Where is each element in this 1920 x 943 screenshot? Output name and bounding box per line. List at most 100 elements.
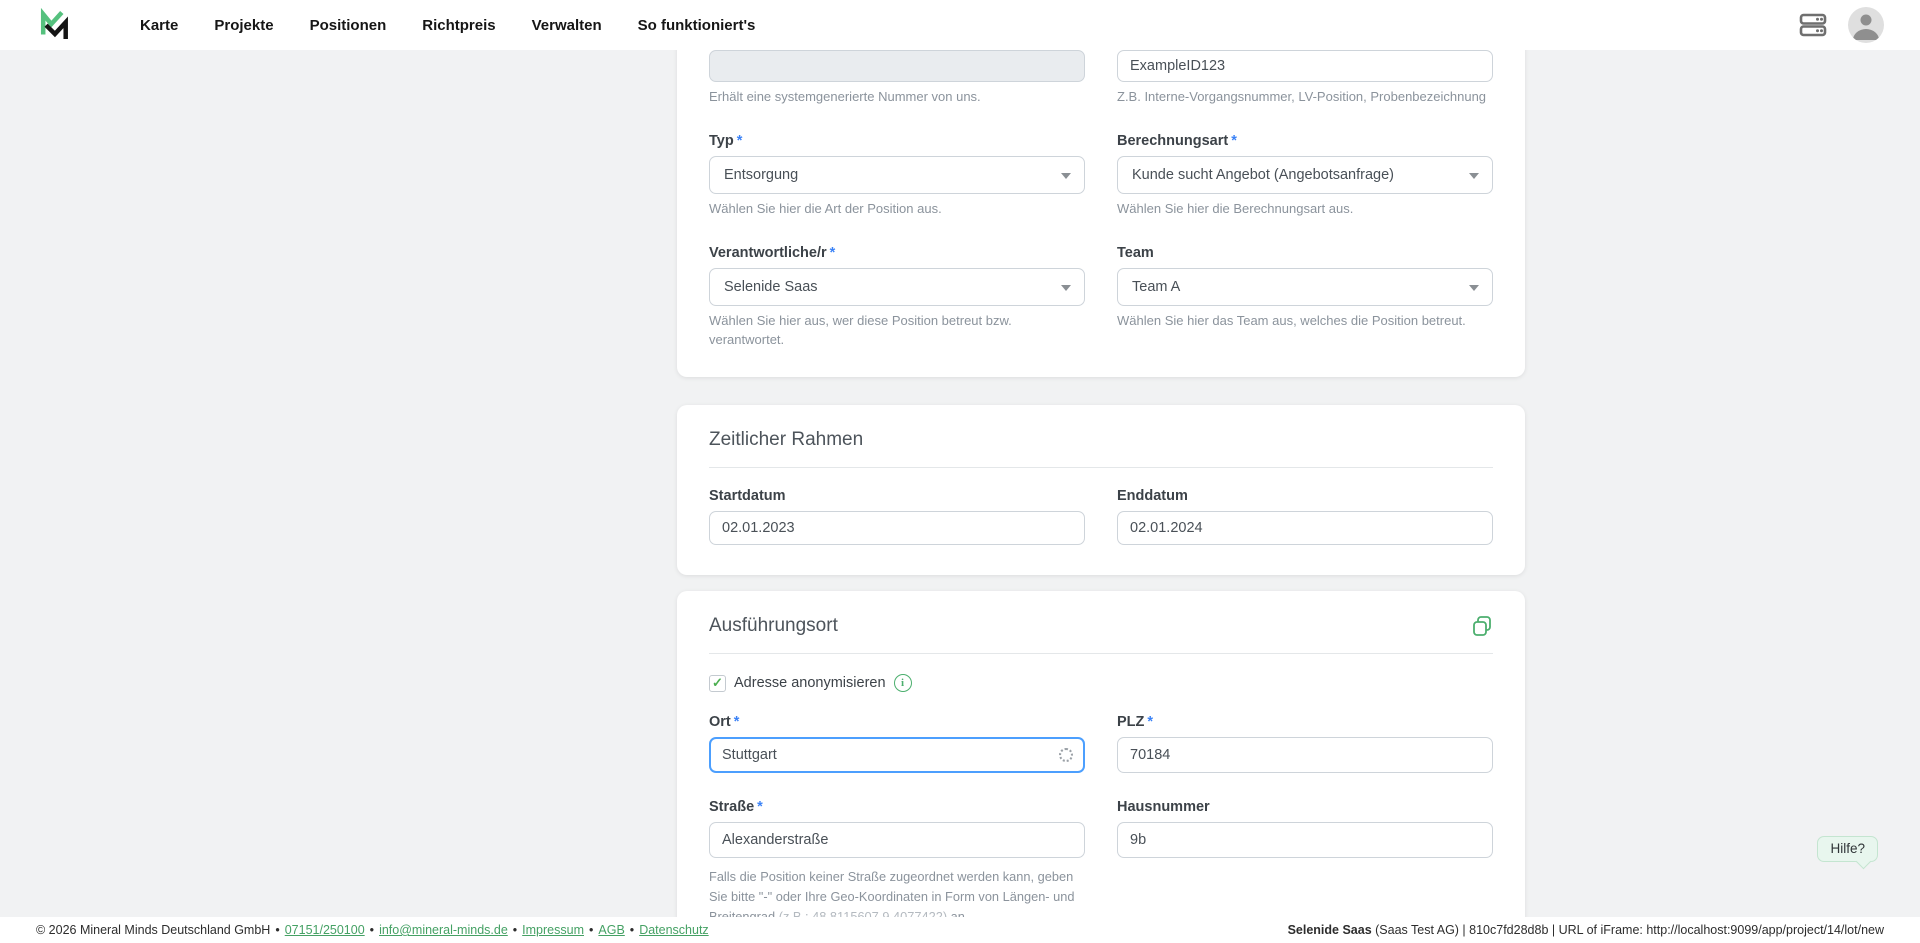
card-position-basics: Erhält eine systemgenerierte Nummer von …: [677, 50, 1525, 377]
chevron-down-icon: [1469, 173, 1479, 179]
nav-item-positionen[interactable]: Positionen: [310, 17, 387, 34]
team-label: Team: [1117, 245, 1493, 261]
field-team: Team Team A Wählen Sie hier das Team aus…: [1117, 245, 1493, 350]
app-screen: Karte Projekte Positionen Richtpreis Ver…: [0, 0, 1920, 943]
team-select[interactable]: Team A: [1117, 268, 1493, 306]
berechnungsart-label: Berechnungsart*: [1117, 133, 1493, 149]
hausnummer-label: Hausnummer: [1117, 799, 1493, 815]
chevron-down-icon: [1061, 285, 1071, 291]
hausnummer-input[interactable]: [1117, 822, 1493, 858]
strasse-label: Straße*: [709, 799, 1085, 815]
field-enddatum: Enddatum: [1117, 488, 1493, 545]
startdatum-label: Startdatum: [709, 488, 1085, 504]
divider: [709, 653, 1493, 654]
page-content: Erhält eine systemgenerierte Nummer von …: [0, 50, 1920, 917]
number-helper: Erhält eine systemgenerierte Nummer von …: [709, 88, 1085, 107]
required-marker: *: [1147, 714, 1153, 730]
strasse-helper: Falls die Position keiner Straße zugeord…: [709, 867, 1085, 917]
page-footer: © 2026 Mineral Minds Deutschland GmbH • …: [0, 917, 1920, 943]
ort-label: Ort*: [709, 714, 1085, 730]
berechnungsart-select[interactable]: Kunde sucht Angebot (Angebotsanfrage): [1117, 156, 1493, 194]
verantwortliche-helper: Wählen Sie hier aus, wer diese Position …: [709, 312, 1085, 350]
ort-input[interactable]: [709, 737, 1085, 773]
external-id-input[interactable]: [1117, 50, 1493, 82]
user-avatar[interactable]: [1848, 7, 1884, 43]
plz-label: PLZ*: [1117, 714, 1493, 730]
chevron-down-icon: [1061, 173, 1071, 179]
required-marker: *: [734, 714, 740, 730]
footer-link-phone[interactable]: 07151/250100: [285, 923, 365, 937]
mineral-minds-logo-icon[interactable]: [36, 7, 72, 43]
card-ausfuehrungsort: Ausführungsort ✓ Adresse anonymisieren i…: [677, 591, 1525, 917]
chevron-down-icon: [1469, 285, 1479, 291]
team-select-value: Team A: [1132, 279, 1180, 295]
field-startdatum: Startdatum: [709, 488, 1085, 545]
section-title-zeitlicher-rahmen: Zeitlicher Rahmen: [709, 429, 863, 451]
card-zeitlicher-rahmen: Zeitlicher Rahmen Startdatum Enddatum: [677, 405, 1525, 575]
nav-item-verwalten[interactable]: Verwalten: [532, 17, 602, 34]
plz-input[interactable]: [1117, 737, 1493, 773]
enddatum-label: Enddatum: [1117, 488, 1493, 504]
info-icon[interactable]: i: [894, 674, 912, 692]
footer-link-datenschutz[interactable]: Datenschutz: [639, 923, 708, 937]
field-strasse: Straße* Falls die Position keiner Straße…: [709, 799, 1085, 917]
field-ort: Ort*: [709, 714, 1085, 773]
field-hausnummer: Hausnummer: [1117, 799, 1493, 917]
verantwortliche-select-value: Selenide Saas: [724, 279, 818, 295]
required-marker: *: [1231, 133, 1237, 149]
footer-separator: •: [370, 923, 374, 937]
strasse-input[interactable]: [709, 822, 1085, 858]
verantwortliche-select[interactable]: Selenide Saas: [709, 268, 1085, 306]
field-typ: Typ* Entsorgung Wählen Sie hier die Art …: [709, 133, 1085, 219]
footer-link-impressum[interactable]: Impressum: [522, 923, 584, 937]
help-button[interactable]: Hilfe?: [1817, 836, 1878, 862]
footer-left: © 2026 Mineral Minds Deutschland GmbH • …: [36, 923, 709, 937]
top-navbar: Karte Projekte Positionen Richtpreis Ver…: [0, 0, 1920, 50]
footer-link-email[interactable]: info@mineral-minds.de: [379, 923, 508, 937]
main-nav: Karte Projekte Positionen Richtpreis Ver…: [140, 17, 755, 34]
typ-select-value: Entsorgung: [724, 167, 798, 183]
footer-copyright: © 2026 Mineral Minds Deutschland GmbH: [36, 923, 270, 937]
field-external-id: Z.B. Interne-Vorgangsnummer, LV-Position…: [1117, 50, 1493, 133]
server-icon[interactable]: [1798, 12, 1828, 38]
verantwortliche-label: Verantwortliche/r*: [709, 245, 1085, 261]
divider: [709, 467, 1493, 468]
field-berechnungsart: Berechnungsart* Kunde sucht Angebot (Ang…: [1117, 133, 1493, 245]
header-right-icons: [1798, 7, 1884, 43]
typ-helper: Wählen Sie hier die Art der Position aus…: [709, 200, 1085, 219]
strasse-helper-example: (z.B.: 48.8115607,9.4077422): [779, 909, 947, 917]
footer-separator: •: [275, 923, 279, 937]
copy-icon[interactable]: [1471, 615, 1493, 637]
anonymize-address-checkbox[interactable]: ✓: [709, 675, 726, 692]
field-plz: PLZ*: [1117, 714, 1493, 799]
enddatum-input[interactable]: [1117, 511, 1493, 545]
nav-item-so-funktionierts[interactable]: So funktioniert's: [638, 17, 756, 34]
external-id-helper: Z.B. Interne-Vorgangsnummer, LV-Position…: [1117, 88, 1493, 107]
team-helper: Wählen Sie hier das Team aus, welches di…: [1117, 312, 1493, 331]
section-title-ausfuehrungsort: Ausführungsort: [709, 615, 838, 637]
berechnungsart-helper: Wählen Sie hier die Berechnungsart aus.: [1117, 200, 1493, 219]
footer-session-details: (Saas Test AG) | 810c7fd28d8b | URL of i…: [1372, 923, 1884, 937]
footer-session-info: Selenide Saas (Saas Test AG) | 810c7fd28…: [1288, 923, 1884, 937]
required-marker: *: [737, 133, 743, 149]
nav-item-projekte[interactable]: Projekte: [214, 17, 273, 34]
required-marker: *: [757, 799, 763, 815]
anonymize-address-row: ✓ Adresse anonymisieren i: [709, 674, 1493, 692]
number-input: [709, 50, 1085, 82]
field-number: Erhält eine systemgenerierte Nummer von …: [709, 50, 1085, 107]
required-marker: *: [830, 245, 836, 261]
form-column: Erhält eine systemgenerierte Nummer von …: [677, 50, 1525, 917]
footer-user-name: Selenide Saas: [1288, 923, 1372, 937]
person-icon: [1848, 7, 1884, 43]
footer-separator: •: [513, 923, 517, 937]
anonymize-address-label: Adresse anonymisieren: [734, 675, 886, 691]
berechnungsart-select-value: Kunde sucht Angebot (Angebotsanfrage): [1132, 167, 1394, 183]
typ-label: Typ*: [709, 133, 1085, 149]
footer-separator: •: [589, 923, 593, 937]
nav-item-richtpreis[interactable]: Richtpreis: [422, 17, 495, 34]
typ-select[interactable]: Entsorgung: [709, 156, 1085, 194]
nav-item-karte[interactable]: Karte: [140, 17, 178, 34]
field-verantwortliche: Verantwortliche/r* Selenide Saas Wählen …: [709, 245, 1085, 350]
startdatum-input[interactable]: [709, 511, 1085, 545]
footer-link-agb[interactable]: AGB: [598, 923, 624, 937]
